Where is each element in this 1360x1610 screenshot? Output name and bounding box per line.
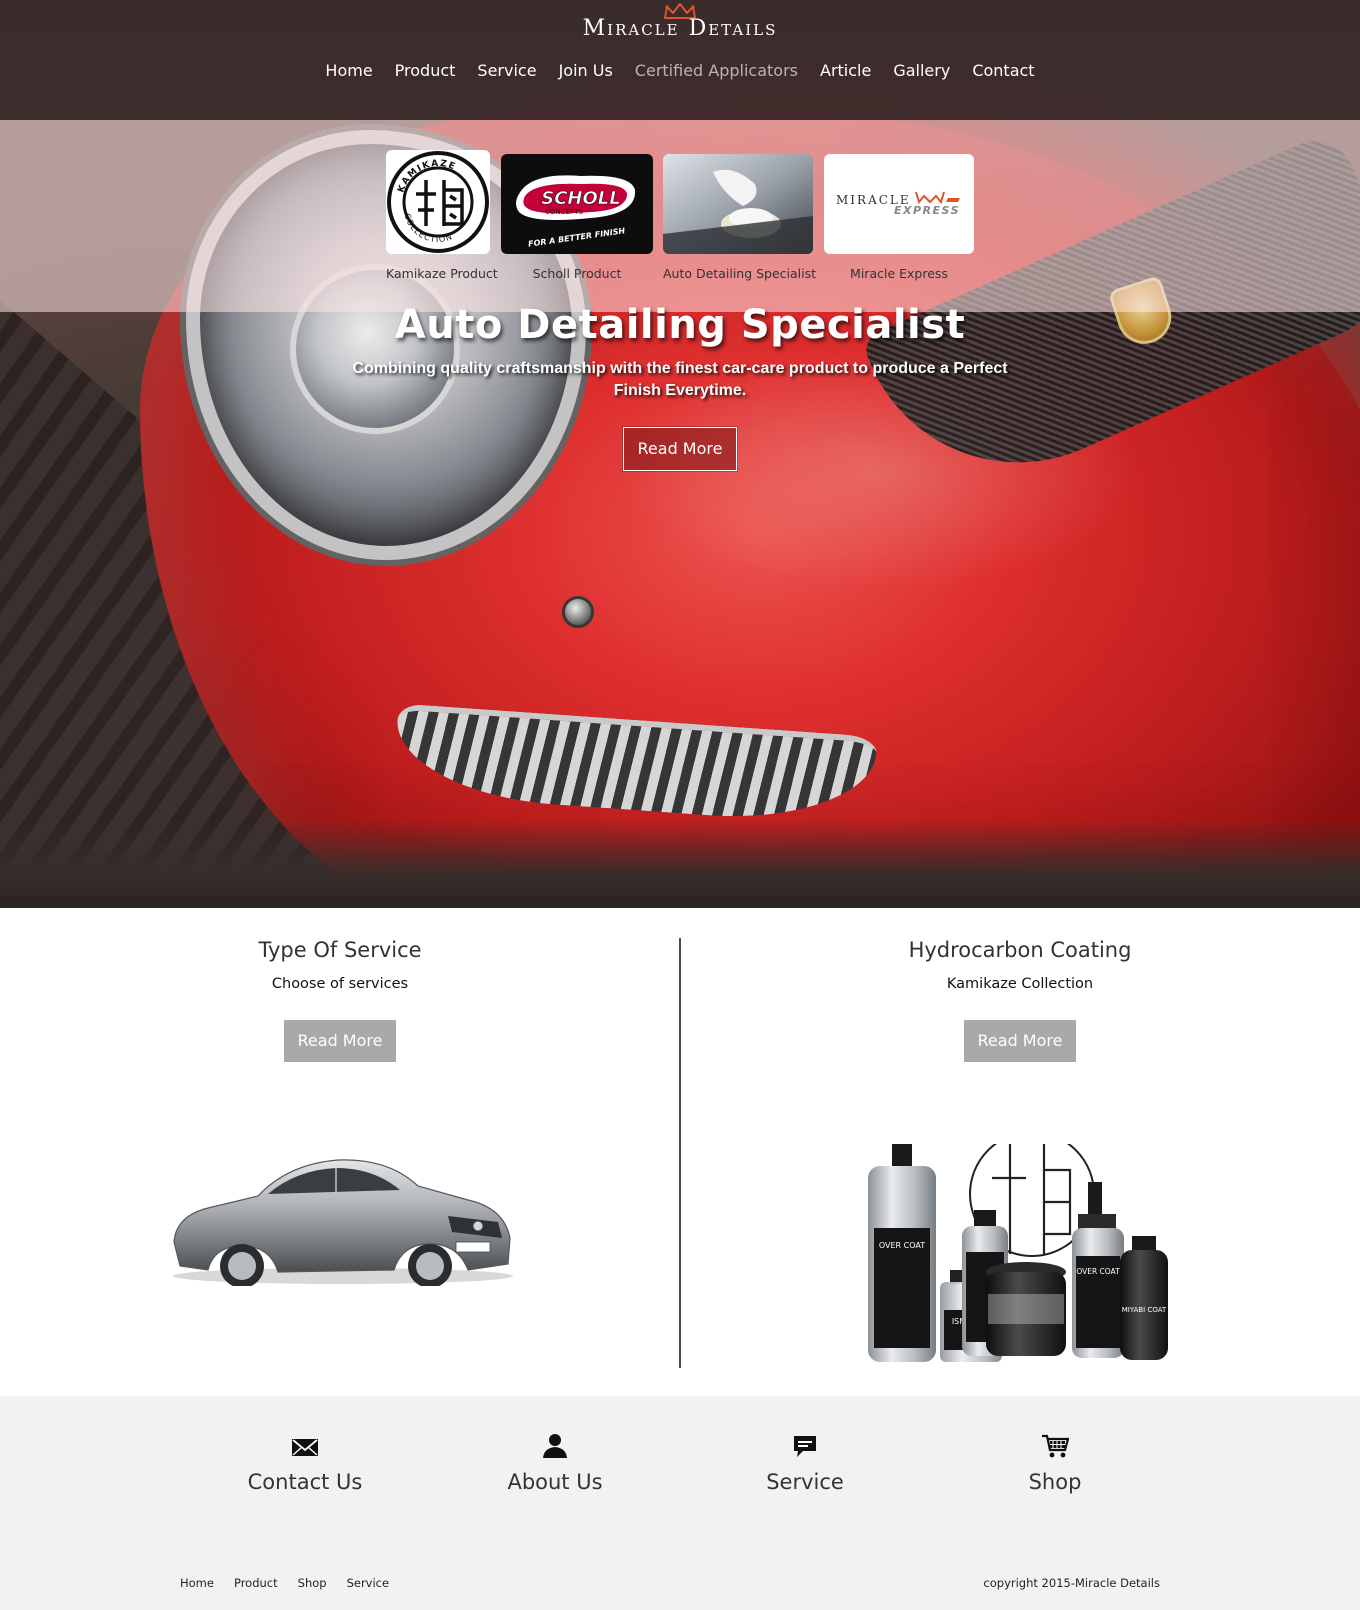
brand-scholl[interactable]: SCHOLL CONCEPTS FOR A BETTER FINISH Scho… — [501, 150, 653, 281]
hero-title: Auto Detailing Specialist — [394, 302, 966, 348]
coating-read-more-button[interactable]: Read More — [964, 1020, 1076, 1062]
hero-subtitle: Combining quality craftsmanship with the… — [352, 360, 1008, 399]
bottle-label: OVER COAT — [1076, 1267, 1120, 1276]
footer-nav-home[interactable]: Home — [180, 1576, 214, 1590]
scholl-emblem-icon: SCHOLL CONCEPTS FOR A BETTER FINISH — [516, 175, 636, 249]
footer-nav-service[interactable]: Service — [347, 1576, 390, 1590]
service-read-more-button[interactable]: Read More — [284, 1020, 396, 1062]
features-section: Type Of Service Choose of services Read … — [0, 908, 1360, 1396]
kamikaze-emblem-icon: KAMIKAZE COLLECTION — [387, 151, 489, 253]
hero-read-more-button[interactable]: Read More — [623, 427, 737, 471]
brand-label: Miracle Express — [850, 266, 948, 281]
nav-contact[interactable]: Contact — [961, 60, 1045, 82]
user-icon — [543, 1434, 567, 1458]
svg-text:EXPRESS: EXPRESS — [894, 204, 960, 217]
footer-about-us[interactable]: About Us — [475, 1432, 635, 1494]
footer-contact-us[interactable]: Contact Us — [225, 1432, 385, 1494]
nav-product[interactable]: Product — [384, 60, 467, 82]
scholl-logo: SCHOLL CONCEPTS FOR A BETTER FINISH — [501, 154, 653, 254]
main-nav: Home Product Service Join Us Certified Appli… — [0, 60, 1360, 82]
silver-car-image[interactable] — [168, 1146, 518, 1286]
footer-service[interactable]: Service — [725, 1432, 885, 1494]
auto-detailing-photo — [663, 154, 813, 254]
svg-text:CONCEPTS: CONCEPTS — [545, 208, 583, 216]
svg-text:SCHOLL: SCHOLL — [541, 188, 620, 209]
bottle-label: OVER COAT — [879, 1241, 925, 1250]
mail-icon — [292, 1439, 318, 1456]
polisher-image-icon — [663, 154, 813, 254]
footer-link-label: About Us — [507, 1470, 603, 1494]
brand-miracle-express[interactable]: MIRACLE EXPRESS Miracle Express — [824, 150, 974, 281]
cart-icon — [1042, 1434, 1069, 1458]
footer-shop[interactable]: Shop — [975, 1432, 1135, 1494]
nav-article[interactable]: Article — [809, 60, 882, 82]
site-footer: Contact Us About Us Service Shop Home Pro… — [0, 1396, 1360, 1610]
bottle-label: MIYABI COAT — [1122, 1306, 1167, 1314]
footer-nav-shop[interactable]: Shop — [298, 1576, 327, 1590]
nav-gallery[interactable]: Gallery — [882, 60, 961, 82]
miracle-express-emblem-icon: MIRACLE EXPRESS — [836, 191, 960, 217]
footer-link-label: Shop — [1028, 1470, 1082, 1494]
footer-link-label: Service — [766, 1470, 844, 1494]
feature-subtitle: Choose of services — [271, 976, 409, 992]
footer-bottom-nav: Home Product Shop Service — [180, 1576, 409, 1590]
brand-strip: KAMIKAZE COLLECTION Kamikaze Product SCH… — [0, 120, 1360, 312]
site-logo[interactable]: Miracle Details — [0, 0, 1360, 42]
kamikaze-logo: KAMIKAZE COLLECTION — [386, 150, 490, 254]
brand-label: Scholl Product — [532, 266, 622, 281]
kamikaze-products-image[interactable]: OVER COAT ISM COAT OVER COAT MIYABI COAT — [822, 1144, 1198, 1368]
miracle-express-logo: MIRACLE EXPRESS — [824, 154, 974, 254]
svg-text:FOR A BETTER FINISH: FOR A BETTER FINISH — [528, 226, 626, 249]
logo-text: Miracle Details — [582, 16, 778, 41]
feature-title: Type Of Service — [258, 938, 422, 962]
nav-certified-applicators[interactable]: Certified Applicators — [624, 60, 809, 82]
footer-nav-product[interactable]: Product — [234, 1576, 278, 1590]
brand-label: Auto Detailing Specialist — [663, 266, 817, 281]
nav-service[interactable]: Service — [466, 60, 547, 82]
nav-join-us[interactable]: Join Us — [548, 60, 624, 82]
nav-home[interactable]: Home — [314, 60, 383, 82]
footer-link-label: Contact Us — [247, 1470, 363, 1494]
copyright-text: copyright 2015-Miracle Details — [983, 1576, 1160, 1590]
feature-hydrocarbon-coating: Hydrocarbon Coating Kamikaze Collection … — [680, 908, 1360, 1396]
brand-kamikaze[interactable]: KAMIKAZE COLLECTION Kamikaze Product — [386, 150, 498, 281]
feature-subtitle: Kamikaze Collection — [946, 976, 1094, 992]
brand-auto-detailing[interactable]: Auto Detailing Specialist — [663, 150, 816, 281]
chat-icon — [794, 1436, 816, 1457]
feature-type-of-service: Type Of Service Choose of services Read … — [0, 908, 680, 1396]
brand-label: Kamikaze Product — [386, 266, 498, 281]
site-header: Miracle Details Home Product Service Join U… — [0, 0, 1360, 120]
feature-title: Hydrocarbon Coating — [908, 938, 1132, 962]
